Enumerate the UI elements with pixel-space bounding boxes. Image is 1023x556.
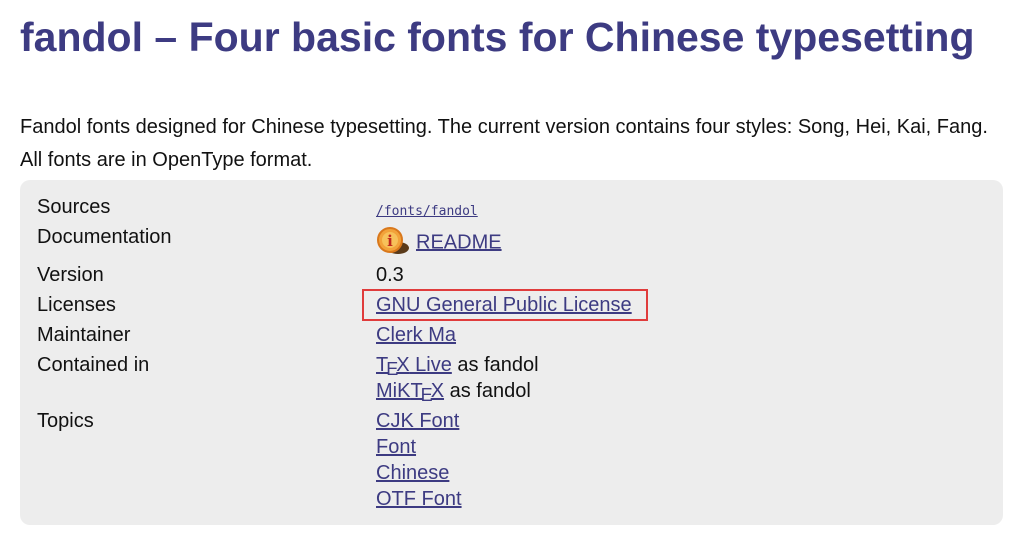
topic-item: Font — [376, 434, 416, 460]
maintainer-label: Maintainer — [37, 324, 131, 346]
sources-value: /fonts/fandol — [376, 196, 478, 225]
topic-item: OTF Font — [376, 486, 462, 512]
topics-label: Topics — [37, 410, 94, 432]
readme-link[interactable]: README — [416, 231, 502, 253]
svg-text:i: i — [387, 232, 393, 250]
sources-label: Sources — [37, 196, 111, 218]
texlive-suffix: as fandol — [457, 354, 539, 376]
contained-in-miktex: MiKTEX as fandol — [376, 378, 531, 405]
topic-link-chinese[interactable]: Chinese — [376, 462, 449, 484]
topic-item: Chinese — [376, 460, 449, 486]
maintainer-link[interactable]: Clerk Ma — [376, 324, 456, 346]
licenses-label: Licenses — [37, 294, 116, 316]
miktex-suffix: as fandol — [449, 380, 531, 402]
sources-link[interactable]: /fonts/fandol — [376, 204, 478, 219]
package-description: Fandol fonts designed for Chinese typese… — [20, 111, 1010, 177]
version-value: 0.3 — [376, 264, 404, 286]
miktex-link[interactable]: MiKTEX — [376, 380, 444, 405]
description-line-2: All fonts are in OpenType format. — [20, 149, 313, 171]
topic-link-otf-font[interactable]: OTF Font — [376, 488, 462, 510]
version-label: Version — [37, 264, 104, 286]
documentation-value: i README — [376, 226, 502, 258]
package-info-box: Sources /fonts/fandol Documentation i RE… — [20, 180, 1003, 525]
description-line-1: Fandol fonts designed for Chinese typese… — [20, 116, 988, 138]
topic-item: CJK Font — [376, 408, 459, 434]
license-highlight-box — [362, 289, 648, 321]
contained-in-label: Contained in — [37, 354, 150, 376]
page-title: fandol – Four basic fonts for Chinese ty… — [20, 14, 975, 60]
info-icon[interactable]: i — [376, 226, 410, 256]
documentation-label: Documentation — [37, 226, 172, 248]
topic-link-cjk-font[interactable]: CJK Font — [376, 410, 459, 432]
texlive-link[interactable]: TEX Live — [376, 354, 452, 379]
topic-link-font[interactable]: Font — [376, 436, 416, 458]
contained-in-texlive: TEX Live as fandol — [376, 352, 539, 379]
maintainer-value: Clerk Ma — [376, 322, 456, 348]
